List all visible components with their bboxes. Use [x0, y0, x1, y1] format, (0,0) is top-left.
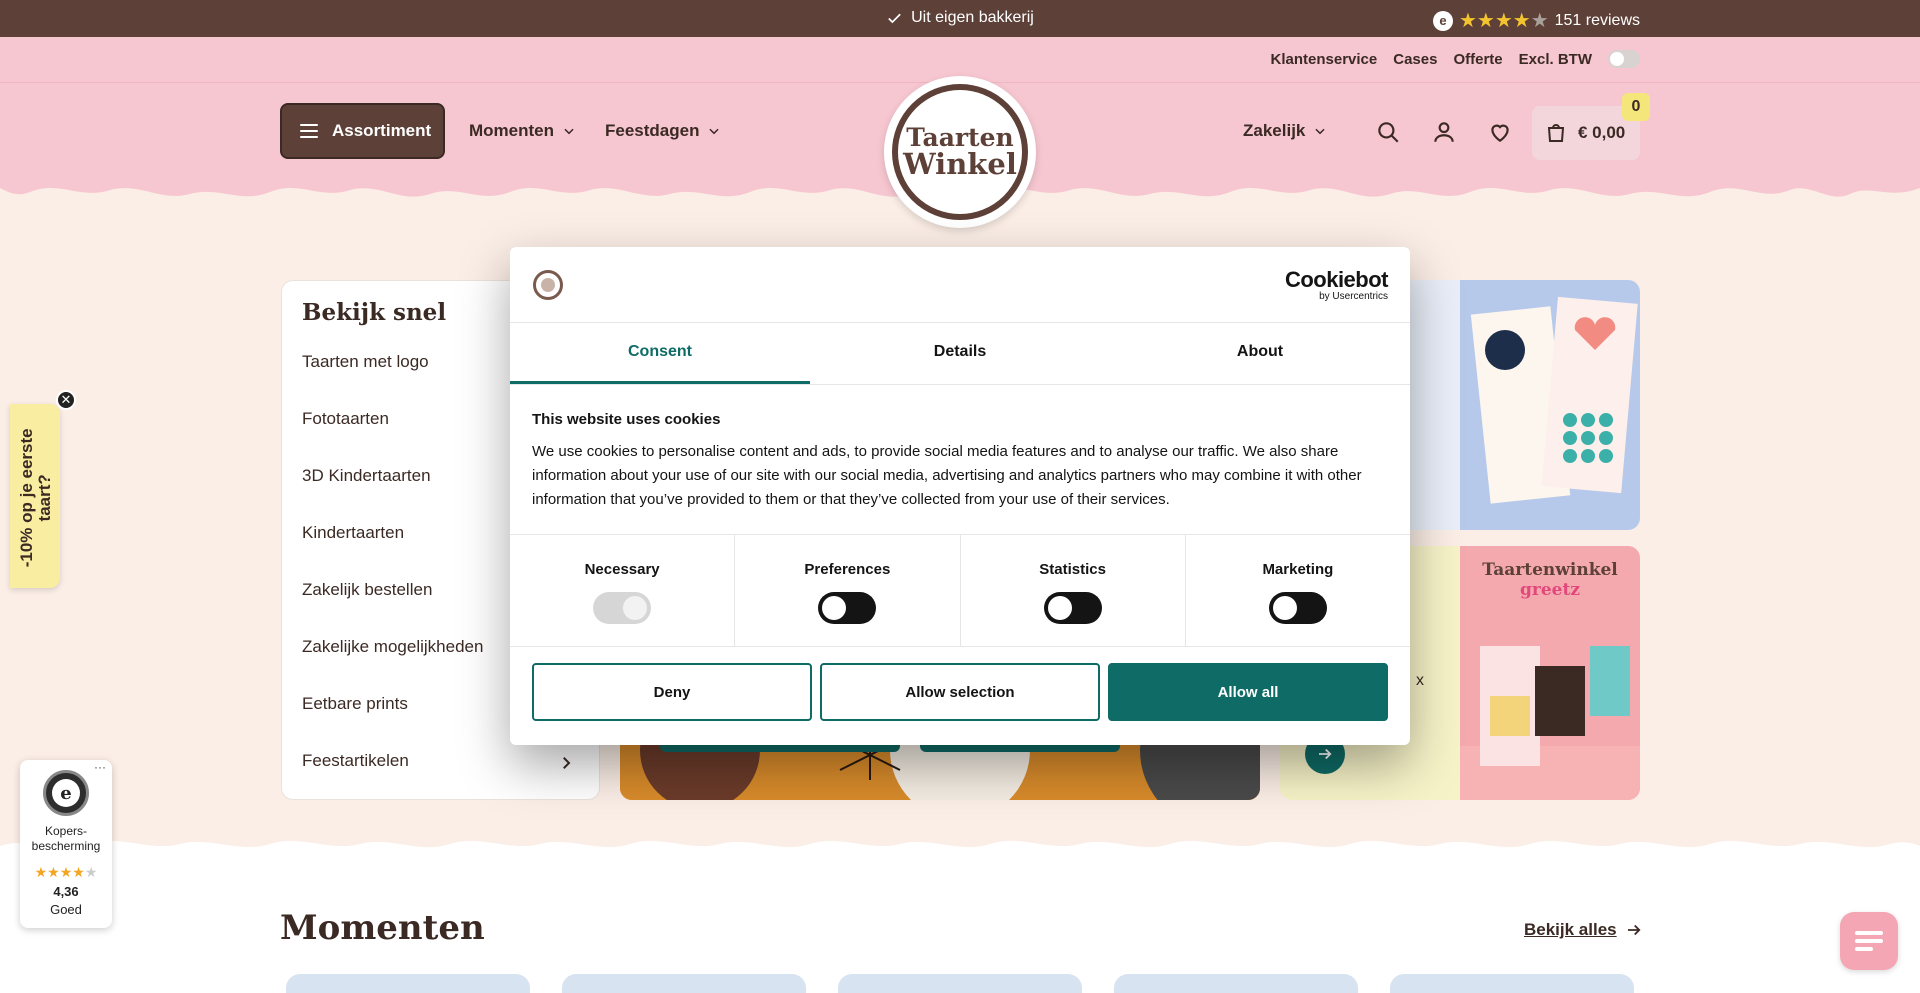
account-icon[interactable] — [1431, 119, 1457, 145]
chevron-down-icon — [1315, 128, 1325, 135]
nav-feestdagen-label: Feestdagen — [605, 121, 700, 140]
nav-feestdagen[interactable]: Feestdagen — [605, 121, 721, 141]
chat-icon — [1855, 931, 1883, 951]
menu-icon — [300, 124, 318, 138]
necessary-toggle — [593, 592, 652, 624]
trusted-shops-icon: e — [1432, 10, 1453, 31]
cookiebot-logo[interactable]: Cookiebot by Usercentrics — [1285, 269, 1389, 303]
usp-text: Uit eigen bakkerij — [911, 9, 1034, 26]
moment-tile[interactable] — [1114, 974, 1358, 993]
greetz-title: Taartenwinkel greetz — [1482, 560, 1618, 601]
arrow-right-icon — [1319, 748, 1332, 760]
cookie-heading: This website uses cookies — [532, 411, 721, 428]
top-bar: Uit eigen bakkerij e ★★★★★ 151 reviews — [0, 0, 1920, 37]
promo-text: -10% op je eerste taart? — [17, 428, 54, 568]
buyer-protection-label: Kopers-bescherming — [31, 824, 101, 853]
arrow-right-icon — [1627, 924, 1641, 936]
link-offerte[interactable]: Offerte — [1453, 51, 1502, 68]
cookie-categories: Necessary Preferences Statistics Marketi… — [510, 535, 1410, 647]
marketing-toggle[interactable] — [1268, 592, 1327, 624]
category-statistics-label: Statistics — [1039, 561, 1106, 578]
card2-text: x — [1416, 672, 1424, 689]
rating-stars: ★★★★★ — [1458, 10, 1549, 32]
moment-tile[interactable] — [838, 974, 1082, 993]
allow-all-button[interactable]: Allow all — [1108, 663, 1388, 721]
moments-title: Momenten — [280, 908, 485, 948]
allow-selection-button[interactable]: Allow selection — [820, 663, 1100, 721]
rating-score: 4,36 — [53, 884, 79, 899]
reviews-count: 151 reviews — [1554, 11, 1640, 29]
logo-mark: Taarten Winkel — [892, 84, 1028, 220]
cookie-tabs: Consent Details About — [510, 323, 1410, 385]
cart-total: € 0,00 — [1578, 123, 1626, 142]
vat-toggle[interactable] — [1608, 50, 1640, 68]
chevron-down-icon — [564, 128, 574, 135]
more-icon[interactable]: ··· — [94, 760, 106, 774]
cart-count-badge: 0 — [1622, 93, 1650, 121]
cookie-description: We use cookies to personalise content an… — [532, 443, 1362, 508]
link-cases[interactable]: Cases — [1393, 51, 1437, 68]
cookie-consent-dialog: Cookiebot by Usercentrics Consent Detail… — [510, 247, 1410, 745]
quick-link[interactable]: Feestartikelen — [302, 751, 582, 808]
moment-tile[interactable] — [1390, 974, 1634, 993]
reviews-rating[interactable]: e ★★★★★ 151 reviews — [1432, 8, 1640, 33]
search-icon[interactable] — [1375, 119, 1401, 145]
deny-button[interactable]: Deny — [532, 663, 812, 721]
eetbare-prints-image — [1460, 280, 1640, 530]
chevron-right-icon[interactable] — [557, 754, 575, 772]
moment-tile[interactable] — [562, 974, 806, 993]
moment-tile[interactable] — [286, 974, 530, 993]
rating-stars: ★★★★★ — [34, 864, 98, 880]
logo-text-bottom: Winkel — [903, 147, 1017, 181]
statistics-toggle[interactable] — [1043, 592, 1102, 624]
assortment-button[interactable]: Assortiment — [280, 103, 445, 159]
greetz-image: Taartenwinkel greetz — [1460, 546, 1640, 800]
see-all-link[interactable]: Bekijk alles — [1524, 920, 1643, 940]
quick-links-title: Bekijk snel — [302, 299, 447, 326]
rating-grade: Goed — [50, 902, 82, 917]
discount-promo-tab[interactable]: -10% op je eerste taart? — [10, 404, 60, 588]
link-klantenservice[interactable]: Klantenservice — [1271, 51, 1378, 68]
heart-icon[interactable] — [1487, 119, 1513, 145]
see-all-label: Bekijk alles — [1524, 920, 1617, 939]
nav-zakelijk-label: Zakelijk — [1243, 121, 1306, 140]
check-icon — [888, 13, 901, 23]
category-necessary-label: Necessary — [584, 561, 660, 578]
category-preferences-label: Preferences — [804, 561, 891, 578]
tab-consent[interactable]: Consent — [510, 323, 810, 384]
nav-momenten[interactable]: Momenten — [469, 121, 576, 141]
tab-about[interactable]: About — [1110, 323, 1410, 384]
category-marketing-label: Marketing — [1262, 561, 1334, 578]
vat-label: Excl. BTW — [1518, 50, 1592, 68]
chat-button[interactable] — [1840, 912, 1898, 970]
site-logo[interactable]: Taarten Winkel — [884, 76, 1036, 228]
nav-zakelijk[interactable]: Zakelijk — [1243, 121, 1327, 141]
assortment-label: Assortiment — [332, 121, 432, 140]
trusted-shops-widget[interactable]: ··· e Kopers-bescherming ★★★★★ 4,36 Goed — [20, 760, 112, 928]
trusted-shops-seal-icon: e — [43, 770, 89, 816]
cart-icon — [1547, 124, 1565, 142]
site-logo-small — [533, 270, 563, 300]
nav-momenten-label: Momenten — [469, 121, 554, 140]
tab-details[interactable]: Details — [810, 323, 1110, 384]
promo-close-icon[interactable]: ✕ — [56, 390, 76, 410]
preferences-toggle[interactable] — [818, 592, 877, 624]
chevron-down-icon — [709, 128, 720, 135]
